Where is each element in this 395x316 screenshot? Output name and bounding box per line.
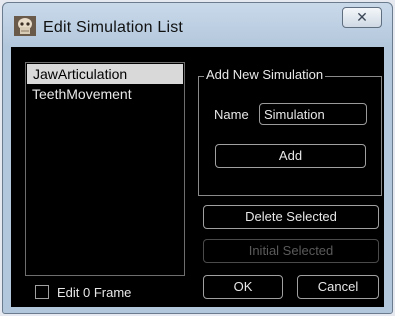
title-bar[interactable]: Edit Simulation List ✕ xyxy=(3,3,392,47)
skull-icon xyxy=(14,16,36,36)
delete-selected-button[interactable]: Delete Selected xyxy=(203,205,379,229)
edit-frame-checkbox[interactable] xyxy=(35,285,49,299)
window-title: Edit Simulation List xyxy=(43,19,184,36)
dialog-body: JawArticulation TeethMovement Add New Si… xyxy=(11,47,384,307)
ok-button[interactable]: OK xyxy=(203,275,283,299)
close-icon: ✕ xyxy=(356,9,368,25)
name-input[interactable] xyxy=(259,103,367,125)
edit-simulation-dialog: Edit Simulation List ✕ JawArticulation T… xyxy=(2,2,393,314)
simulation-list-item[interactable]: TeethMovement xyxy=(26,84,184,104)
simulation-list-item[interactable]: JawArticulation xyxy=(27,64,183,84)
close-button[interactable]: ✕ xyxy=(342,7,382,28)
group-title: Add New Simulation xyxy=(204,67,326,82)
edit-frame-label[interactable]: Edit 0 Frame xyxy=(57,285,131,300)
add-button[interactable]: Add xyxy=(215,144,366,168)
initial-selected-button[interactable]: Initial Selected xyxy=(203,239,379,263)
cancel-button[interactable]: Cancel xyxy=(297,275,379,299)
simulation-list[interactable]: JawArticulation TeethMovement xyxy=(25,62,185,276)
add-new-simulation-group xyxy=(198,76,382,196)
name-label: Name xyxy=(214,107,249,122)
